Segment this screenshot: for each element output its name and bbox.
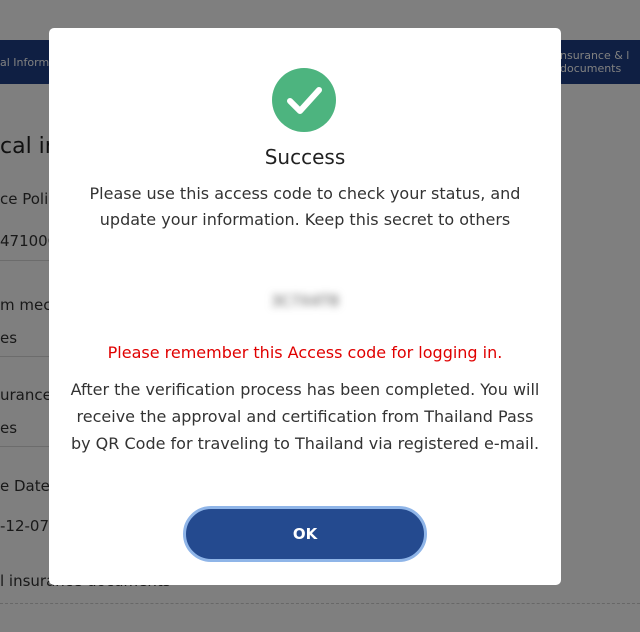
check-circle-icon	[272, 68, 336, 132]
verification-info: After the verification process has been …	[70, 380, 540, 453]
success-dialog: Success Please use this access code to c…	[49, 28, 561, 585]
dialog-message: Please use this access code to check you…	[89, 184, 521, 229]
ok-button[interactable]: OK	[183, 506, 427, 562]
access-code: 3C7X4T8	[270, 292, 340, 310]
access-code-warning: Please remember this Access code for log…	[107, 343, 503, 362]
dialog-title: Success	[264, 145, 346, 169]
